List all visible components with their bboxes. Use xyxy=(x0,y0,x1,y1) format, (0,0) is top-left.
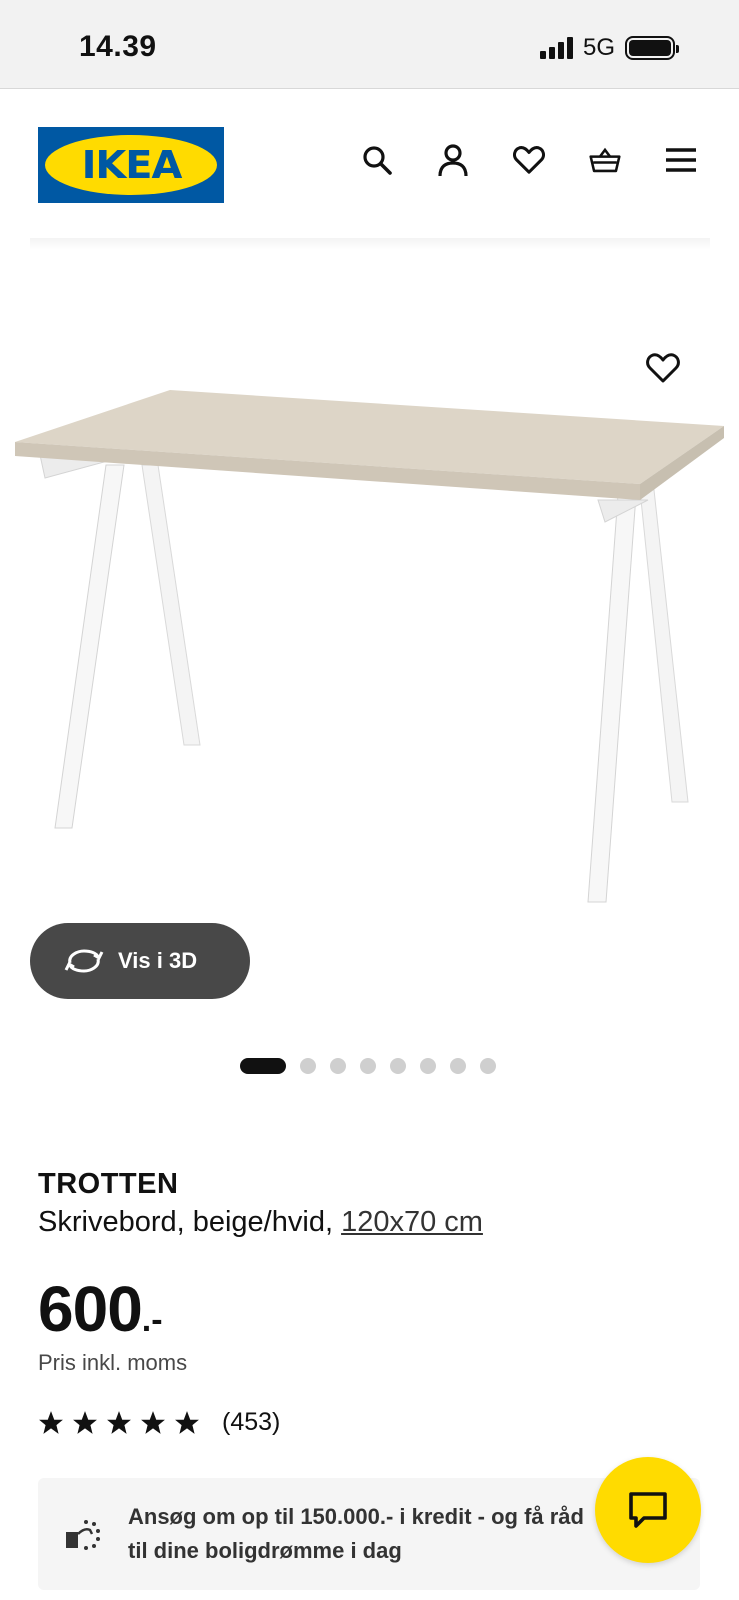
menu-icon[interactable] xyxy=(665,142,697,178)
pagination-dot[interactable] xyxy=(420,1058,436,1074)
chat-icon xyxy=(629,1492,667,1528)
star-icon xyxy=(73,1410,97,1434)
product-price: 600 .- xyxy=(38,1272,163,1346)
view-3d-button[interactable]: Vis i 3D xyxy=(30,923,250,999)
view-3d-label: Vis i 3D xyxy=(118,948,198,973)
battery-icon xyxy=(625,36,679,60)
price-note: Pris inkl. moms xyxy=(38,1350,188,1375)
pagination-dot[interactable] xyxy=(300,1058,316,1074)
credit-banner-text: Ansøg om op til 150.000.- i kredit - og … xyxy=(128,1504,584,1563)
star-icon xyxy=(39,1410,63,1434)
product-rating[interactable]: (453) xyxy=(38,1408,280,1437)
ikea-logo[interactable]: IKEA xyxy=(38,127,224,203)
product-description-text: Skrivebord, beige/hvid, xyxy=(38,1206,333,1238)
pagination-dot[interactable] xyxy=(360,1058,376,1074)
chat-button[interactable] xyxy=(595,1457,701,1563)
pagination-dot[interactable] xyxy=(450,1058,466,1074)
gallery-pagination xyxy=(240,1058,496,1074)
header-shadow xyxy=(30,238,710,250)
product-description: Skrivebord, beige/hvid, 120x70 cm xyxy=(38,1206,483,1239)
star-icon xyxy=(175,1410,199,1434)
logo-oval: IKEA xyxy=(45,135,217,195)
logo-text: IKEA xyxy=(81,143,182,187)
pagination-dot[interactable] xyxy=(390,1058,406,1074)
status-time: 14.39 xyxy=(79,30,157,63)
status-bar: 14.39 5G xyxy=(0,0,739,89)
profile-icon[interactable] xyxy=(437,142,469,178)
pagination-dot[interactable] xyxy=(240,1058,286,1074)
product-image[interactable] xyxy=(0,250,739,930)
price-suffix: .- xyxy=(141,1301,163,1339)
search-icon[interactable] xyxy=(361,142,393,178)
rating-count[interactable]: (453) xyxy=(222,1408,280,1437)
price-integer: 600 xyxy=(38,1273,143,1345)
pagination-dot[interactable] xyxy=(480,1058,496,1074)
network-label: 5G xyxy=(582,34,615,61)
star-icon xyxy=(107,1410,131,1434)
add-to-favorites-icon[interactable] xyxy=(640,345,686,391)
rotate-3d-icon xyxy=(64,949,104,973)
star-icon xyxy=(141,1410,165,1434)
pagination-dot[interactable] xyxy=(330,1058,346,1074)
signal-icon xyxy=(539,37,573,59)
heart-icon[interactable] xyxy=(513,142,545,178)
header-actions xyxy=(361,142,697,178)
site-header: IKEA xyxy=(0,90,739,240)
product-size-link[interactable]: 120x70 cm xyxy=(341,1206,483,1238)
basket-icon[interactable] xyxy=(589,142,621,178)
rating-stars xyxy=(38,1410,200,1436)
shopping-credit-icon xyxy=(64,1518,102,1552)
status-indicators: 5G xyxy=(539,34,679,62)
product-name: TROTTEN xyxy=(38,1168,179,1200)
